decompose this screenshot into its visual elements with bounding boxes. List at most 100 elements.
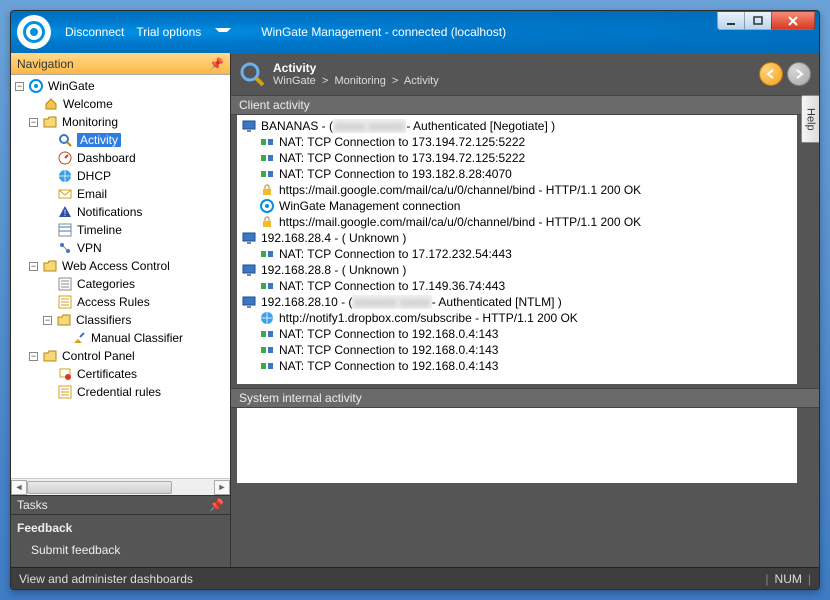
main-header: Activity WinGate > Monitoring > Activity: [231, 53, 819, 95]
scroll-right-icon[interactable]: ►: [214, 480, 230, 495]
list-icon: [57, 276, 73, 292]
breadcrumb-monitoring[interactable]: Monitoring: [334, 75, 385, 87]
navigation-label: Navigation: [17, 57, 74, 71]
activity-row[interactable]: NAT: TCP Connection to 17.149.36.74:443: [241, 278, 793, 294]
tree-node-access-rules[interactable]: Access Rules: [11, 293, 230, 311]
tree-node-vpn[interactable]: VPN: [11, 239, 230, 257]
tree-node-manual-classifier[interactable]: Manual Classifier: [11, 329, 230, 347]
monitor-icon: [241, 230, 257, 246]
system-activity-header: System internal activity: [231, 388, 819, 408]
submit-feedback-link[interactable]: Submit feedback: [17, 539, 224, 561]
globe-icon: [57, 168, 73, 184]
collapse-icon[interactable]: −: [29, 262, 38, 271]
status-separator: |: [808, 572, 811, 586]
nav-back-button[interactable]: [759, 62, 783, 86]
collapse-icon[interactable]: −: [29, 118, 38, 127]
client-host[interactable]: 192.168.28.4 - ( Unknown ): [241, 230, 793, 246]
tree-node-email[interactable]: Email: [11, 185, 230, 203]
collapse-icon[interactable]: −: [43, 316, 52, 325]
activity-row[interactable]: https://mail.google.com/mail/ca/u/0/chan…: [241, 214, 793, 230]
tree-node-dhcp[interactable]: DHCP: [11, 167, 230, 185]
help-tab[interactable]: Help: [801, 95, 819, 143]
activity-row[interactable]: https://mail.google.com/mail/ca/u/0/chan…: [241, 182, 793, 198]
breadcrumb-activity[interactable]: Activity: [404, 75, 439, 87]
menu-disconnect[interactable]: Disconnect: [61, 23, 128, 41]
tree-node-notifications[interactable]: ! Notifications: [11, 203, 230, 221]
breadcrumb-wingate[interactable]: WinGate: [273, 75, 316, 87]
app-icon: [28, 78, 44, 94]
activity-row[interactable]: NAT: TCP Connection to 192.168.0.4:143: [241, 342, 793, 358]
nat-icon: [259, 358, 275, 374]
activity-row[interactable]: NAT: TCP Connection to 173.194.72.125:52…: [241, 150, 793, 166]
app-title: WinGate Management - connected (localhos…: [261, 25, 506, 39]
network-icon: [57, 240, 73, 256]
activity-row[interactable]: NAT: TCP Connection to 192.168.0.4:143: [241, 358, 793, 374]
folder-icon: [56, 312, 72, 328]
tree-node-timeline[interactable]: Timeline: [11, 221, 230, 239]
lock-icon: [259, 214, 275, 230]
client-host[interactable]: BANANAS - ( xxxxx xxxxxx - Authenticated…: [241, 118, 793, 134]
system-activity-list[interactable]: [237, 408, 797, 483]
tree-node-activity[interactable]: Activity: [11, 131, 230, 149]
client-activity-list[interactable]: BANANAS - ( xxxxx xxxxxx - Authenticated…: [237, 115, 797, 384]
home-icon: [43, 96, 59, 112]
certificate-icon: [57, 366, 73, 382]
redacted-text: xxxxxxx xxxxx: [352, 295, 431, 309]
navigation-tree[interactable]: − WinGate Welcome − Monitoring: [11, 75, 230, 478]
mail-icon: [57, 186, 73, 202]
activity-row[interactable]: http://notify1.dropbox.com/subscribe - H…: [241, 310, 793, 326]
minimize-button[interactable]: [717, 12, 745, 30]
scroll-left-icon[interactable]: ◄: [11, 480, 27, 495]
menu-trial-options[interactable]: Trial options: [132, 23, 205, 41]
tree-node-welcome[interactable]: Welcome: [11, 95, 230, 113]
activity-row[interactable]: NAT: TCP Connection to 192.168.0.4:143: [241, 326, 793, 342]
timeline-icon: [57, 222, 73, 238]
gauge-icon: [57, 150, 73, 166]
collapse-icon[interactable]: −: [15, 82, 24, 91]
client-host[interactable]: 192.168.28.8 - ( Unknown ): [241, 262, 793, 278]
status-text: View and administer dashboards: [19, 572, 193, 586]
client-activity-header: Client activity: [231, 95, 819, 115]
statusbar: View and administer dashboards | NUM |: [11, 567, 819, 589]
tree-node-classifiers[interactable]: − Classifiers: [11, 311, 230, 329]
tree-node-certificates[interactable]: Certificates: [11, 365, 230, 383]
close-button[interactable]: [771, 12, 815, 30]
activity-row[interactable]: NAT: TCP Connection to 17.172.232.54:443: [241, 246, 793, 262]
tasks-panel: Feedback Submit feedback: [11, 515, 230, 567]
client-host[interactable]: 192.168.28.10 - ( xxxxxxx xxxxx - Authen…: [241, 294, 793, 310]
navigation-header: Navigation 📌: [11, 53, 230, 75]
activity-row[interactable]: NAT: TCP Connection to 193.182.8.28:4070: [241, 166, 793, 182]
tasks-header: Tasks 📌: [11, 495, 230, 515]
tree-node-wingate[interactable]: − WinGate: [11, 77, 230, 95]
tree-node-control-panel[interactable]: − Control Panel: [11, 347, 230, 365]
search-icon: [239, 61, 265, 87]
pin-icon[interactable]: 📌: [209, 57, 224, 71]
nat-icon: [259, 342, 275, 358]
svg-text:!: !: [64, 208, 67, 218]
pin-icon[interactable]: 📌: [209, 498, 224, 512]
tree-node-web-access-control[interactable]: − Web Access Control: [11, 257, 230, 275]
tree-node-dashboard[interactable]: Dashboard: [11, 149, 230, 167]
feedback-heading: Feedback: [17, 517, 224, 539]
search-icon: [57, 132, 73, 148]
tree-node-categories[interactable]: Categories: [11, 275, 230, 293]
activity-row[interactable]: NAT: TCP Connection to 173.194.72.125:52…: [241, 134, 793, 150]
collapse-icon[interactable]: −: [29, 352, 38, 361]
nat-icon: [259, 246, 275, 262]
status-separator: |: [765, 572, 768, 586]
status-numlock: NUM: [775, 572, 802, 586]
tree-node-monitoring[interactable]: − Monitoring: [11, 113, 230, 131]
nav-forward-button[interactable]: [787, 62, 811, 86]
chevron-down-icon[interactable]: [215, 28, 231, 36]
nat-icon: [259, 326, 275, 342]
folder-icon: [42, 114, 58, 130]
horizontal-scrollbar[interactable]: ◄ ►: [11, 478, 230, 495]
scroll-thumb[interactable]: [27, 481, 172, 494]
activity-row[interactable]: WinGate Management connection: [241, 198, 793, 214]
rules-icon: [57, 384, 73, 400]
tree-node-credential-rules[interactable]: Credential rules: [11, 383, 230, 401]
maximize-button[interactable]: [744, 12, 772, 30]
folder-icon: [42, 258, 58, 274]
titlebar[interactable]: Disconnect Trial options WinGate Managem…: [11, 11, 819, 53]
page-title: Activity: [273, 61, 439, 75]
